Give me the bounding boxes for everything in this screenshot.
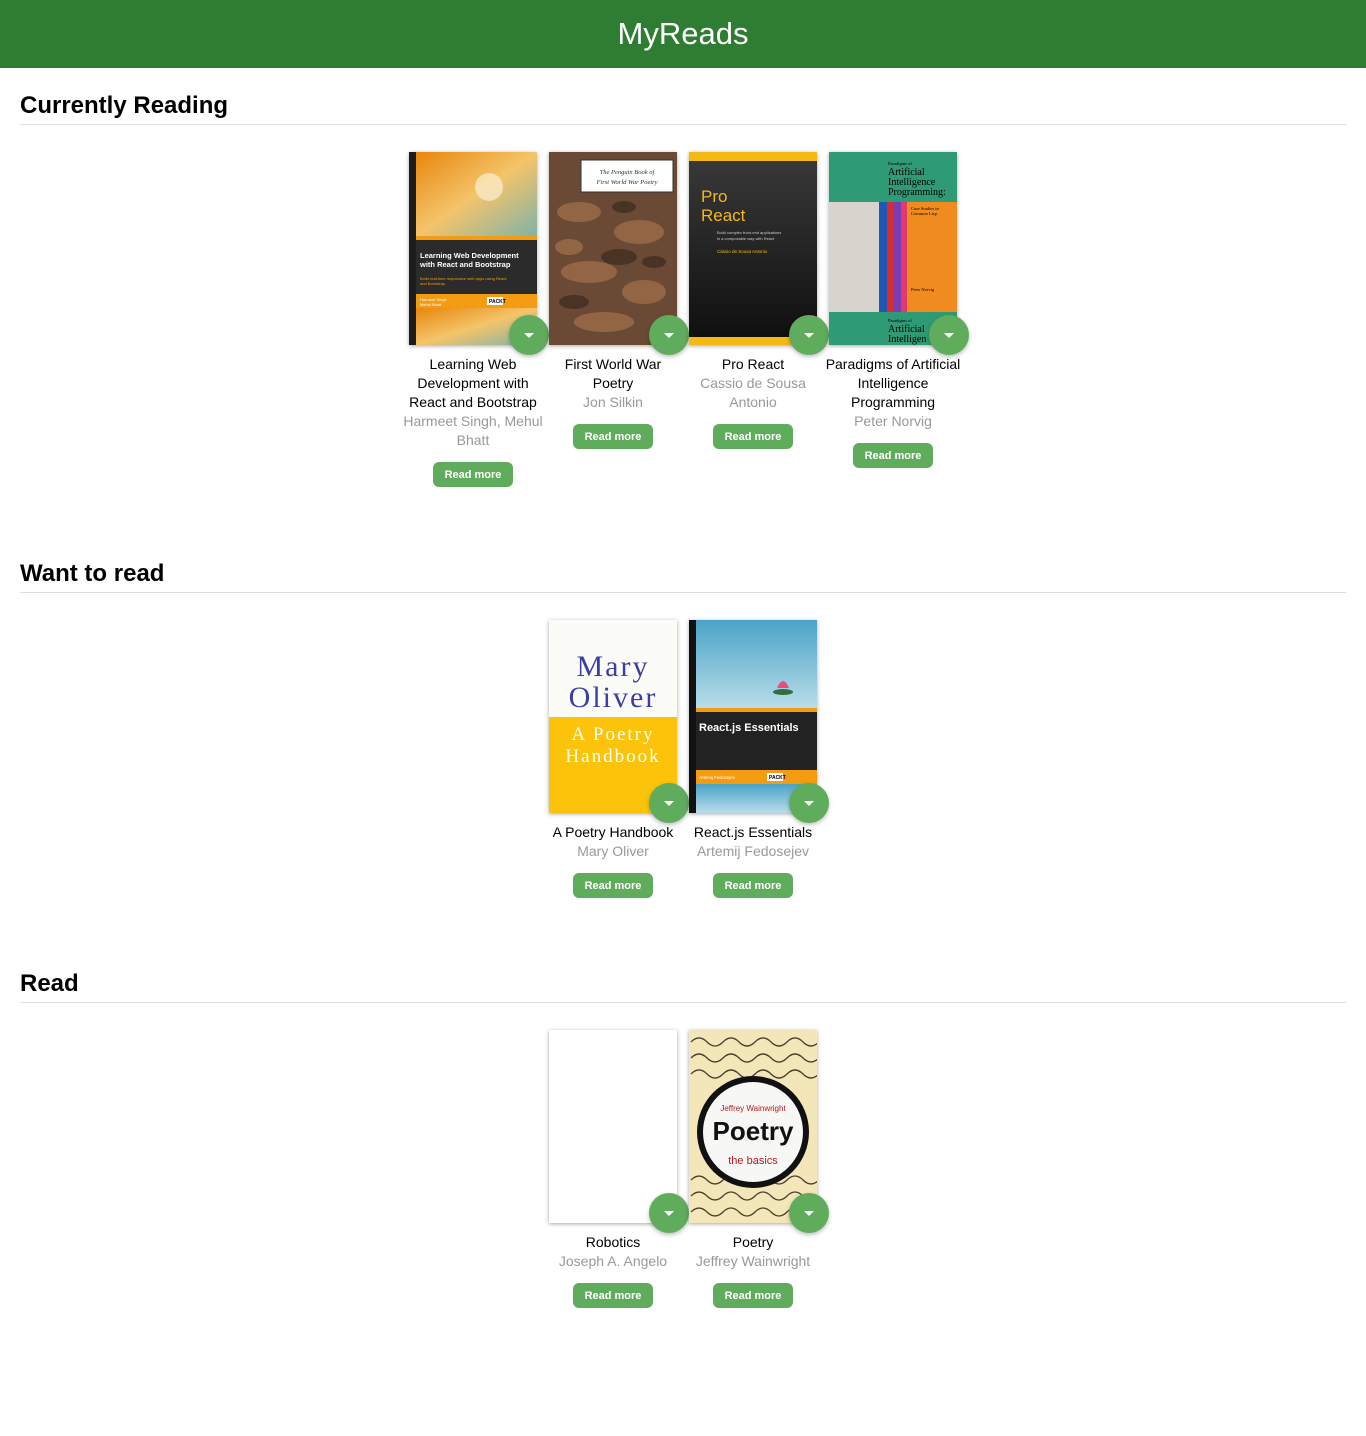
- svg-text:Mary: Mary: [577, 650, 650, 683]
- shelf-changer-button[interactable]: [649, 783, 689, 823]
- svg-text:Common Lisp: Common Lisp: [911, 211, 938, 216]
- book-authors: Jon Silkin: [583, 394, 643, 410]
- book-title: Robotics: [585, 1234, 641, 1250]
- shelf-want-to-read: Want to read Mary Oliver A Poetry Handbo…: [20, 560, 1346, 898]
- book-title: Poetry: [732, 1234, 774, 1250]
- svg-text:Paradigms of: Paradigms of: [888, 318, 912, 323]
- book-item: The Penguin Book of First World War Poet…: [543, 152, 689, 487]
- book-cover[interactable]: Learning Web Development with React and …: [409, 152, 537, 345]
- svg-text:Poetry: Poetry: [713, 1116, 794, 1146]
- chevron-down-icon: [944, 332, 954, 338]
- shelf-title: Currently Reading: [20, 92, 1346, 125]
- svg-text:React: React: [701, 206, 746, 225]
- book-cover[interactable]: [549, 1030, 677, 1223]
- svg-text:the basics: the basics: [728, 1155, 778, 1167]
- svg-text:A Poetry: A Poetry: [571, 724, 654, 745]
- svg-text:Paradigms of: Paradigms of: [888, 161, 912, 166]
- book-authors: Jeffrey Wainwright: [695, 1253, 811, 1269]
- svg-text:and Bootstrap: and Bootstrap: [420, 281, 446, 286]
- svg-text:Pro: Pro: [701, 187, 727, 206]
- shelf-changer-button[interactable]: [509, 315, 549, 355]
- read-more-button[interactable]: Read more: [433, 462, 513, 487]
- chevron-down-icon: [804, 1210, 814, 1216]
- chevron-down-icon: [804, 332, 814, 338]
- book-cover[interactable]: Paradigms of Artificial Intelligence Pro…: [829, 152, 957, 345]
- shelf-changer-button[interactable]: [929, 315, 969, 355]
- svg-text:Programming:: Programming:: [888, 187, 946, 198]
- book-title: Pro React: [721, 356, 785, 372]
- book-cover[interactable]: The Penguin Book of First World War Poet…: [549, 152, 677, 345]
- book-grid: Robotics Joseph A. Angelo Read more Jeff…: [20, 1030, 1346, 1308]
- svg-text:PACKT: PACKT: [769, 775, 786, 781]
- book-title: React.js Essentials: [693, 824, 813, 840]
- shelf-changer-button[interactable]: [789, 315, 829, 355]
- book-item: Pro React Build complex front-end applic…: [683, 152, 829, 487]
- book-cover[interactable]: Mary Oliver A Poetry Handbook: [549, 620, 677, 813]
- book-title: Learning Web Development with React and …: [409, 356, 537, 410]
- svg-text:with React and Bootstrap: with React and Bootstrap: [419, 260, 511, 269]
- chevron-down-icon: [664, 332, 674, 338]
- svg-text:in a composable way with React: in a composable way with React: [717, 236, 775, 241]
- book-item: Jeffrey Wainwright Poetry the basics Poe…: [683, 1030, 829, 1308]
- svg-text:Jeffrey Wainwright: Jeffrey Wainwright: [720, 1104, 786, 1113]
- app-header: MyReads: [0, 0, 1366, 68]
- book-authors: Peter Norvig: [854, 413, 932, 429]
- shelf-changer-button[interactable]: [789, 1193, 829, 1233]
- svg-text:Artemij Fedosejev: Artemij Fedosejev: [699, 775, 736, 780]
- app-title: MyReads: [617, 16, 749, 51]
- svg-text:Peter Norvig: Peter Norvig: [911, 287, 935, 292]
- shelf-title: Read: [20, 970, 1346, 1003]
- svg-text:The Penguin Book of: The Penguin Book of: [600, 169, 656, 176]
- book-grid: Learning Web Development with React and …: [20, 152, 1346, 487]
- book-authors: Joseph A. Angelo: [558, 1253, 668, 1269]
- svg-text:Build complex front-end applic: Build complex front-end applications: [717, 230, 781, 235]
- book-cover[interactable]: Pro React Build complex front-end applic…: [689, 152, 817, 345]
- svg-text:Learning Web Development: Learning Web Development: [420, 251, 519, 260]
- chevron-down-icon: [524, 332, 534, 338]
- book-authors: Cassio de Sousa Antonio: [700, 375, 806, 410]
- book-grid: Mary Oliver A Poetry Handbook A Poetry H…: [20, 620, 1346, 898]
- svg-text:Oliver: Oliver: [569, 681, 658, 714]
- book-item: Paradigms of Artificial Intelligence Pro…: [823, 152, 969, 487]
- read-more-button[interactable]: Read more: [713, 1283, 793, 1308]
- svg-text:PACKT: PACKT: [489, 299, 506, 305]
- svg-text:React.js Essentials: React.js Essentials: [699, 722, 799, 734]
- book-title: A Poetry Handbook: [552, 824, 674, 840]
- book-item: Robotics Joseph A. Angelo Read more: [543, 1030, 689, 1308]
- read-more-button[interactable]: Read more: [713, 424, 793, 449]
- book-authors: Artemij Fedosejev: [696, 843, 810, 859]
- read-more-button[interactable]: Read more: [573, 424, 653, 449]
- book-item: React.js Essentials Artemij Fedosejev PA…: [683, 620, 829, 898]
- shelf-read: Read Robotics Joseph A. Angelo Read more: [20, 970, 1346, 1308]
- svg-text:First World War Poetry: First World War Poetry: [595, 179, 657, 186]
- book-item: Learning Web Development with React and …: [403, 152, 549, 487]
- book-authors: Harmeet Singh, Mehul Bhatt: [403, 413, 543, 448]
- svg-text:Mehul Bhatt: Mehul Bhatt: [420, 302, 442, 307]
- read-more-button[interactable]: Read more: [713, 873, 793, 898]
- read-more-button[interactable]: Read more: [573, 1283, 653, 1308]
- chevron-down-icon: [664, 1210, 674, 1216]
- book-title: First World War Poetry: [564, 356, 662, 391]
- book-authors: Mary Oliver: [577, 843, 649, 859]
- read-more-button[interactable]: Read more: [573, 873, 653, 898]
- book-title: Paradigms of Artificial Intelligence Pro…: [825, 356, 961, 410]
- chevron-down-icon: [804, 800, 814, 806]
- book-cover[interactable]: React.js Essentials Artemij Fedosejev PA…: [689, 620, 817, 813]
- svg-text:Handbook: Handbook: [565, 746, 660, 767]
- shelf-title: Want to read: [20, 560, 1346, 593]
- svg-text:Cássio de Sousa Antonio: Cássio de Sousa Antonio: [717, 249, 768, 254]
- book-cover[interactable]: Jeffrey Wainwright Poetry the basics: [689, 1030, 817, 1223]
- chevron-down-icon: [664, 800, 674, 806]
- book-item: Mary Oliver A Poetry Handbook A Poetry H…: [543, 620, 689, 898]
- shelf-changer-button[interactable]: [649, 315, 689, 355]
- read-more-button[interactable]: Read more: [853, 443, 933, 468]
- svg-text:Intelligen: Intelligen: [888, 334, 926, 345]
- shelf-currently-reading: Currently Reading Learning Web Developme…: [20, 92, 1346, 487]
- shelf-changer-button[interactable]: [649, 1193, 689, 1233]
- shelf-changer-button[interactable]: [789, 783, 829, 823]
